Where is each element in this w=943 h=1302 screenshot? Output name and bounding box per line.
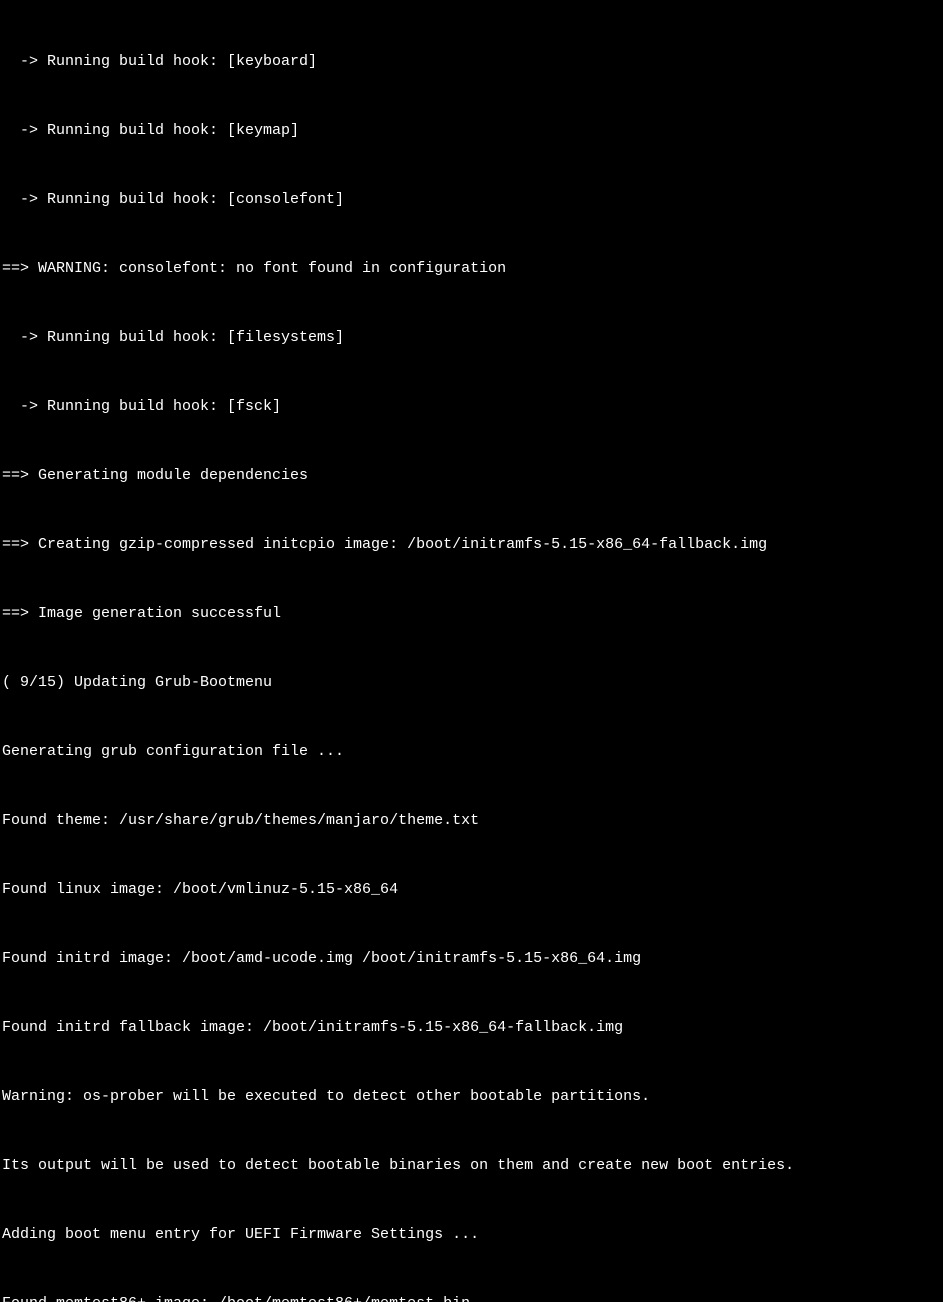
terminal-line: ( 9/15) Updating Grub-Bootmenu	[2, 671, 941, 694]
terminal-line: Found memtest86+ image: /boot/memtest86+…	[2, 1292, 941, 1302]
terminal-line: ==> Generating module dependencies	[2, 464, 941, 487]
terminal-line: -> Running build hook: [fsck]	[2, 395, 941, 418]
terminal-line: Its output will be used to detect bootab…	[2, 1154, 941, 1177]
terminal-line: -> Running build hook: [keyboard]	[2, 50, 941, 73]
terminal-line: -> Running build hook: [filesystems]	[2, 326, 941, 349]
terminal-line: -> Running build hook: [consolefont]	[2, 188, 941, 211]
terminal-line: Found theme: /usr/share/grub/themes/manj…	[2, 809, 941, 832]
terminal-line: Adding boot menu entry for UEFI Firmware…	[2, 1223, 941, 1246]
terminal-line: Warning: os-prober will be executed to d…	[2, 1085, 941, 1108]
terminal-line: ==> WARNING: consolefont: no font found …	[2, 257, 941, 280]
terminal-line: Found initrd fallback image: /boot/initr…	[2, 1016, 941, 1039]
terminal-output: -> Running build hook: [keyboard] -> Run…	[2, 4, 941, 1302]
terminal-line: ==> Creating gzip-compressed initcpio im…	[2, 533, 941, 556]
terminal-line: Found initrd image: /boot/amd-ucode.img …	[2, 947, 941, 970]
terminal-line: -> Running build hook: [keymap]	[2, 119, 941, 142]
terminal-line: Found linux image: /boot/vmlinuz-5.15-x8…	[2, 878, 941, 901]
terminal-line: ==> Image generation successful	[2, 602, 941, 625]
terminal-line: Generating grub configuration file ...	[2, 740, 941, 763]
